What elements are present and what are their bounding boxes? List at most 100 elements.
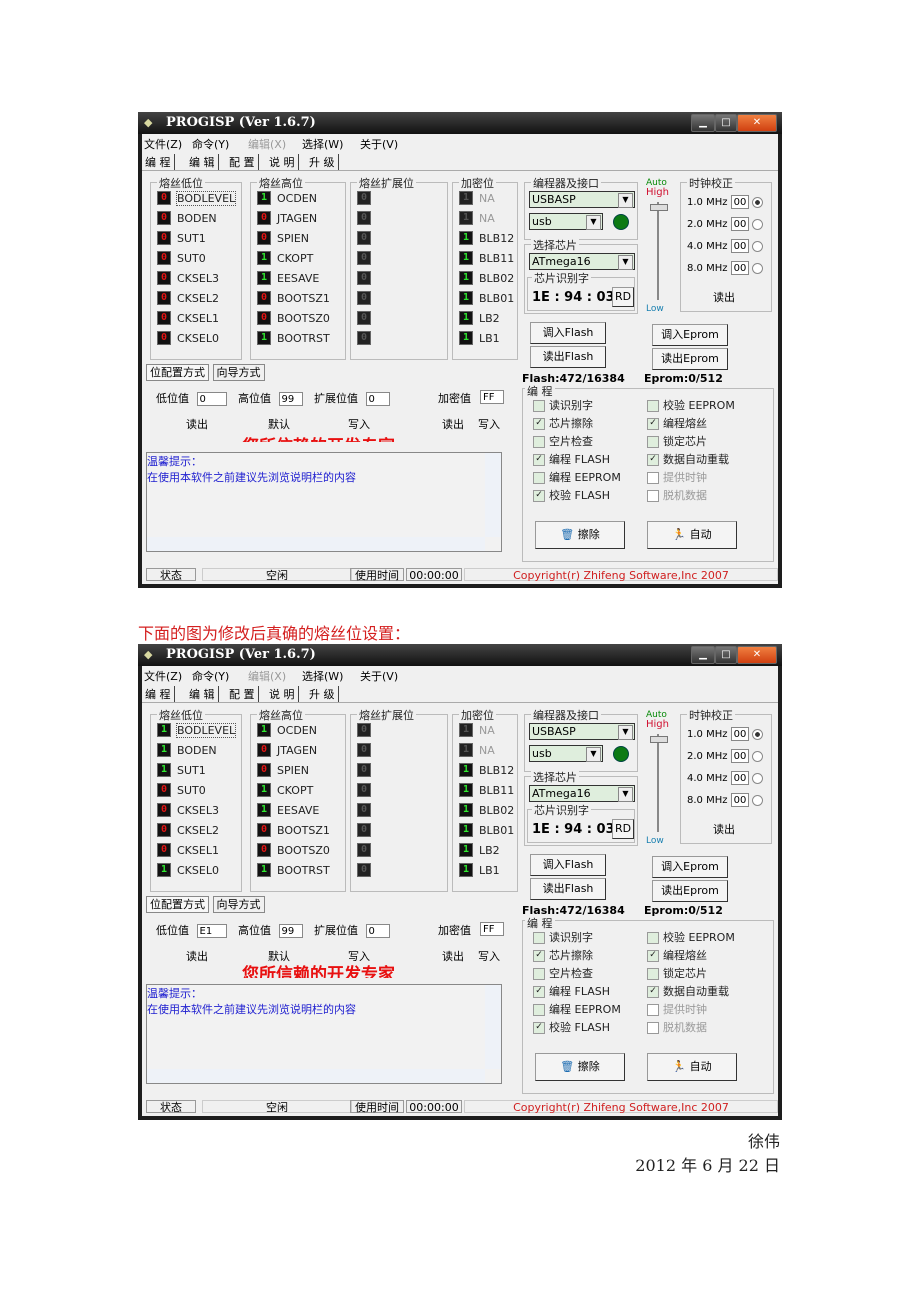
fuse-bit-toggle[interactable]: 1 [459,783,473,797]
option-checkbox[interactable]: 校验 EEPROM [647,929,735,945]
ext-value-input[interactable]: 0 [365,924,390,938]
fuse-bit-toggle[interactable]: 0 [157,803,171,817]
maximize-button[interactable]: □ [715,114,737,132]
load-flash-button[interactable]: 调入Flash [530,322,606,344]
menu-file[interactable]: 文件(Z) [144,136,182,152]
fuse-bit-toggle[interactable]: 0 [357,231,371,245]
checkbox-icon[interactable] [533,400,545,412]
option-checkbox[interactable]: 编程 EEPROM [533,1001,621,1017]
fuse-bit-toggle[interactable]: 0 [157,823,171,837]
fuse-bit-toggle[interactable]: 0 [257,291,271,305]
low-fuse-row[interactable]: 1 BODLEVEL [157,722,237,738]
read-signature-button[interactable]: RD [612,819,634,839]
checkbox-icon[interactable] [647,490,659,502]
fuse-bit-toggle[interactable]: 1 [459,723,473,737]
low-fuse-row[interactable]: 0 CKSEL0 [157,331,219,345]
low-fuse-row[interactable]: 0 CKSEL2 [157,823,219,837]
low-fuse-row[interactable]: 0 BODLEVEL [157,190,237,206]
high-fuse-row[interactable]: 1 EESAVE [257,271,319,285]
read-flash-button[interactable]: 读出Flash [530,878,606,900]
checkbox-icon[interactable] [647,932,659,944]
tab-upgrade[interactable]: 升 级 [306,686,339,702]
ext-fuse-row[interactable]: 0 [357,763,371,777]
fuse-bit-toggle[interactable]: 1 [459,843,473,857]
menu-select[interactable]: 选择(W) [302,668,343,684]
checkbox-icon[interactable] [647,1022,659,1034]
close-button[interactable]: ✕ [737,646,777,664]
checkbox-icon[interactable] [647,472,659,484]
vertical-scrollbar[interactable] [485,453,501,537]
low-fuse-row[interactable]: 0 SUT1 [157,231,206,245]
fuse-bit-toggle[interactable]: 0 [157,783,171,797]
ext-fuse-row[interactable]: 0 [357,211,371,225]
lock-fuse-row[interactable]: 1 NA [459,743,495,757]
clock-radio[interactable] [751,794,763,806]
read-eprom-button[interactable]: 读出Eprom [652,880,728,902]
minimize-button[interactable]: ▁ [691,646,715,664]
checkbox-icon[interactable] [533,932,545,944]
tab-wizard[interactable]: 向导方式 [212,364,265,381]
low-fuse-row[interactable]: 0 BODEN [157,211,217,225]
fuse-bit-toggle[interactable]: 0 [157,271,171,285]
option-checkbox[interactable]: ✓ 芯片擦除 [533,415,593,431]
fuse-bit-toggle[interactable]: 1 [257,723,271,737]
option-checkbox[interactable]: ✓ 编程熔丝 [647,947,707,963]
fuse-bit-toggle[interactable]: 0 [257,823,271,837]
checkbox-icon[interactable]: ✓ [533,418,545,430]
option-checkbox[interactable]: ✓ 校验 FLASH [533,1019,610,1035]
clock-value-input[interactable]: 00 [730,239,749,253]
lock-value-input[interactable]: FF [480,390,504,404]
menu-file[interactable]: 文件(Z) [144,668,182,684]
option-checkbox[interactable]: ✓ 编程 FLASH [533,451,610,467]
fuse-bit-toggle[interactable]: 0 [357,803,371,817]
horizontal-scrollbar[interactable] [147,1069,485,1083]
low-fuse-row[interactable]: 0 CKSEL2 [157,291,219,305]
auto-button[interactable]: 🏃 自动 [647,1053,737,1081]
fuse-bit-toggle[interactable]: 0 [257,843,271,857]
fuse-bit-toggle[interactable]: 0 [157,231,171,245]
option-checkbox[interactable]: ✓ 数据自动重载 [647,983,729,999]
fuse-bit-toggle[interactable]: 1 [459,823,473,837]
high-fuse-row[interactable]: 0 BOOTSZ0 [257,311,330,325]
clock-radio[interactable] [751,218,763,230]
menu-command[interactable]: 命令(Y) [192,668,229,684]
option-checkbox[interactable]: ✓ 编程 FLASH [533,983,610,999]
fuse-bit-toggle[interactable]: 1 [257,863,271,877]
dropdown-arrow-icon[interactable]: ▼ [618,725,633,740]
menu-select[interactable]: 选择(W) [302,136,343,152]
fuse-bit-toggle[interactable]: 0 [357,271,371,285]
fuse-bit-toggle[interactable]: 1 [459,231,473,245]
fuse-bit-toggle[interactable]: 1 [459,331,473,345]
speed-slider[interactable]: Auto High Low [642,178,676,318]
fuse-bit-toggle[interactable]: 0 [157,211,171,225]
fuse-bit-toggle[interactable]: 1 [459,211,473,225]
low-value-input[interactable]: 0 [196,392,227,406]
clock-radio[interactable] [751,240,763,252]
clock-read-button[interactable]: 读出 [713,289,735,305]
clock-radio[interactable] [751,728,763,740]
fuse-bit-toggle[interactable]: 0 [157,251,171,265]
fuse-bit-toggle[interactable]: 1 [257,191,271,205]
option-checkbox[interactable]: ✓ 数据自动重载 [647,451,729,467]
checkbox-icon[interactable]: ✓ [533,490,545,502]
fuse-bit-toggle[interactable]: 1 [459,763,473,777]
dropdown-arrow-icon[interactable]: ▼ [618,193,633,208]
checkbox-icon[interactable] [533,968,545,980]
checkbox-icon[interactable] [533,472,545,484]
fuse-bit-toggle[interactable]: 1 [157,763,171,777]
high-fuse-row[interactable]: 1 CKOPT [257,251,313,265]
fuse-bit-toggle[interactable]: 0 [357,823,371,837]
checkbox-icon[interactable] [647,968,659,980]
dropdown-arrow-icon[interactable]: ▼ [586,215,601,230]
fuse-bit-toggle[interactable]: 1 [459,311,473,325]
chip-select[interactable]: ATmega16 ▼ [529,253,635,270]
read-flash-button[interactable]: 读出Flash [530,346,606,368]
tab-edit[interactable]: 编 辑 [186,686,219,702]
vertical-scrollbar[interactable] [485,985,501,1069]
fuse-bit-toggle[interactable]: 1 [257,331,271,345]
fuse-bit-toggle[interactable]: 1 [459,191,473,205]
low-value-input[interactable]: E1 [196,924,227,938]
clock-read-button[interactable]: 读出 [713,821,735,837]
fuse-bit-toggle[interactable]: 0 [257,231,271,245]
clock-radio[interactable] [751,262,763,274]
